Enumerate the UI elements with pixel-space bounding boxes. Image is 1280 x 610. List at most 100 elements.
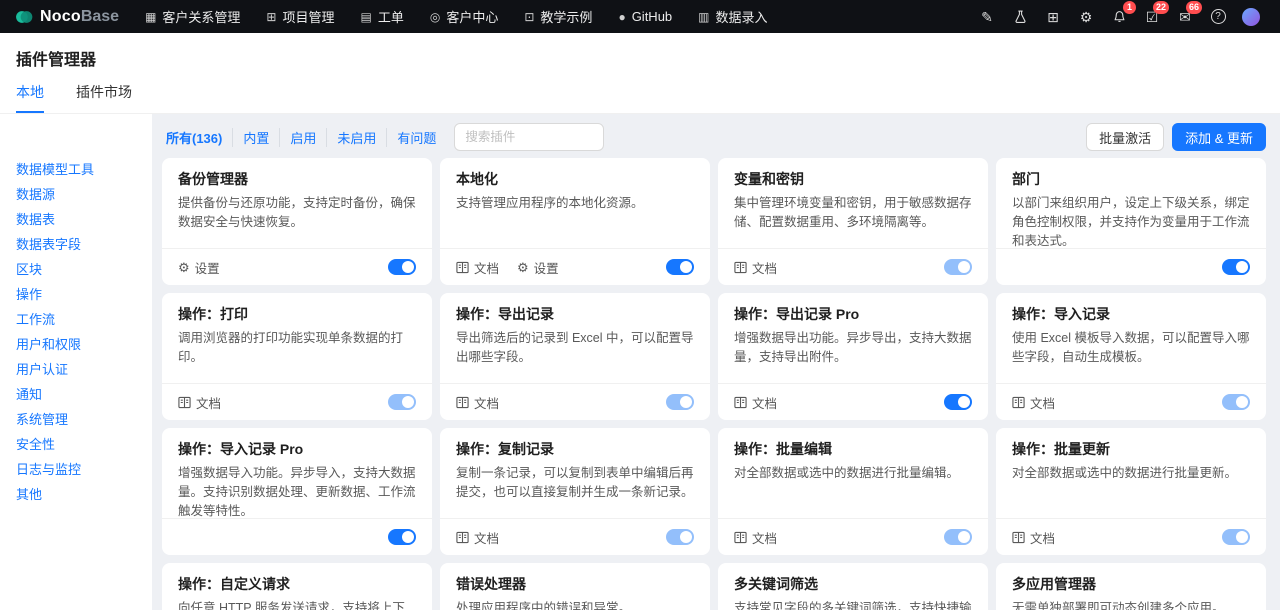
plugin-docs-link[interactable]: 文档 [734, 258, 777, 277]
help-icon[interactable]: ? [1203, 5, 1233, 29]
plugin-card-footer: 文档 [440, 383, 710, 420]
plugin-title: 多应用管理器 [1012, 576, 1096, 592]
sidebar-item-2[interactable]: 数据源 [0, 181, 152, 206]
sidebar-item-5[interactable]: 区块 [0, 256, 152, 281]
filter-enabled[interactable]: 启用 [279, 127, 326, 147]
plugin-docs-link[interactable]: 文档 [178, 393, 221, 412]
plugin-docs-link[interactable]: 文档 [734, 393, 777, 412]
sidebar-item-7[interactable]: 工作流 [0, 306, 152, 331]
doc-icon [1012, 396, 1025, 409]
plugin-enabled-toggle[interactable] [666, 394, 694, 410]
doc-icon [456, 531, 469, 544]
plugin-enabled-toggle[interactable] [666, 529, 694, 545]
add-update-button[interactable]: 添加 & 更新 [1172, 123, 1266, 151]
settings-gear-icon[interactable]: ⚙ [1071, 5, 1101, 29]
sidebar-item-13[interactable]: 日志与监控 [0, 456, 152, 481]
plugin-card: 操作：批量编辑 对全部数据或选中的数据进行批量编辑。 文档 [718, 428, 988, 555]
plugin-card-footer: 文档 [440, 518, 710, 555]
main-nav: ▦ 客户关系管理 ⊞ 项目管理 ▤ 工单 ◎ 客户中心 ⊡ 教学示例 ● GitHub ▥ 数据录入 [145, 7, 767, 26]
main-content: 所有(136) 内置 启用 未启用 有问题 批量激活 添加 & 更新 备份管理器… [152, 114, 1280, 610]
plugin-card-footer [162, 518, 432, 555]
plugin-docs-link[interactable]: 文档 [734, 528, 777, 547]
crm-icon: ▦ [145, 9, 157, 24]
bulk-activate-button[interactable]: 批量激活 [1086, 123, 1165, 151]
sidebar-item-10[interactable]: 通知 [0, 381, 152, 406]
sidebar-item-6[interactable]: 操作 [0, 281, 152, 306]
todo-badge: 22 [1152, 0, 1169, 14]
sidebar-item-8[interactable]: 用户和权限 [0, 331, 152, 356]
plugin-description: 向任意 HTTP 服务发送请求，支持将上下文数据发送给目标服务。 [178, 601, 405, 610]
body-row: 数据模型工具 数据源 数据表 数据表字段 区块 操作 工作流 用户和权限 用户认证 通知 系统管理安… [0, 114, 1280, 610]
sidebar-item-3[interactable]: 数据表 [0, 206, 152, 231]
plugin-settings-link[interactable]: ⚙ 设置 [178, 258, 220, 277]
notification-bell-icon[interactable]: 1 [1104, 0, 1136, 29]
nav-item-6[interactable]: ● GitHub [618, 9, 672, 24]
nav-item-label: 数据录入 [715, 10, 768, 25]
plugin-description: 增强数据导出功能。异步导出，支持大数据量，支持导出附件。 [734, 331, 972, 364]
plugin-description: 处理应用程序中的错误和异常。 [456, 601, 632, 610]
filter-problems[interactable]: 有问题 [386, 127, 446, 147]
plugin-enabled-toggle[interactable] [1222, 529, 1250, 545]
plugin-enabled-toggle[interactable] [944, 529, 972, 545]
sidebar-item-11[interactable]: 系统管理 [0, 406, 152, 431]
plugin-description: 支持常见字段的多关键词筛选，支持快捷输入或从 Excel 批量导入关键词。 [734, 601, 972, 610]
nav-item-label: 客户中心 [446, 10, 499, 25]
sidebar-item-9[interactable]: 用户认证 [0, 356, 152, 381]
plugin-enabled-toggle[interactable] [666, 259, 694, 275]
ui-editor-pen-icon[interactable]: ✎ [972, 5, 1002, 29]
nav-item-1[interactable]: ▦ 客户关系管理 [145, 7, 240, 26]
nav-item-4[interactable]: ◎ 客户中心 [430, 7, 499, 26]
plugin-link-label: 文档 [752, 396, 778, 411]
plugin-docs-link[interactable]: 文档 [456, 528, 499, 547]
plugin-description: 支持管理应用程序的本地化资源。 [456, 196, 644, 210]
nav-item-label: 客户关系管理 [162, 10, 241, 25]
plugin-description: 集中管理环境变量和密钥，用于敏感数据存储、配置数据重用、多环境隔离等。 [734, 196, 972, 229]
plugin-docs-link[interactable]: 文档 [456, 258, 499, 277]
plugin-card: 备份管理器 提供备份与还原功能，支持定时备份，确保数据安全与快速恢复。 ⚙ 设置 [162, 158, 432, 285]
sidebar-item-12[interactable]: 安全性 [0, 431, 152, 456]
teaching-demo-icon: ⊡ [524, 9, 535, 24]
nav-item-7[interactable]: ▥ 数据录入 [698, 7, 767, 26]
plugin-card: 操作：自定义请求向任意 HTTP 服务发送请求，支持将上下文数据发送给目标服务。… [162, 563, 432, 610]
nav-item-3[interactable]: ▤ 工单 [361, 7, 404, 26]
plugin-link-label: 文档 [474, 531, 500, 546]
plugin-enabled-toggle[interactable] [388, 259, 416, 275]
nav-item-2[interactable]: ⊞ 项目管理 [266, 7, 334, 26]
plugin-card: 多应用管理器无需单独部署即可动态创建多个应用。文档 [996, 563, 1266, 610]
plugin-settings-link[interactable]: ⚙ 设置 [517, 258, 559, 277]
plugin-card-footer: 文档 ⚙ 设置 [440, 248, 710, 285]
plugin-description: 使用 Excel 模板导入数据，可以配置导入哪些字段，自动生成模板。 [1012, 331, 1250, 364]
plugin-docs-link[interactable]: 文档 [456, 393, 499, 412]
doc-icon [456, 396, 469, 409]
plugin-enabled-toggle[interactable] [388, 394, 416, 410]
sidebar-item-4[interactable]: 数据表字段 [0, 231, 152, 256]
todo-check-icon[interactable]: ☑ 22 [1137, 0, 1169, 29]
plugin-enabled-toggle[interactable] [1222, 259, 1250, 275]
plugin-enabled-toggle[interactable] [388, 529, 416, 545]
sidebar-item-14[interactable]: 其他 [0, 481, 152, 506]
plugin-card: 操作：导入记录 Pro 增强数据导入功能。异步导入，支持大数据量。支持识别数据处理… [162, 428, 432, 555]
api-flask-icon[interactable] [1005, 5, 1035, 29]
plugin-grid-icon[interactable]: ⊞ [1038, 5, 1068, 29]
sidebar-item-1[interactable]: 数据模型工具 [0, 156, 152, 181]
plugin-card: 操作：导入记录 使用 Excel 模板导入数据，可以配置导入哪些字段，自动生成模板… [996, 293, 1266, 420]
logo[interactable]: Noco Base [14, 7, 119, 27]
nav-item-label: 教学示例 [540, 10, 593, 25]
plugin-description: 以部门来组织用户，设定上下级关系，绑定角色控制权限，并支持作为变量用于工作流和表… [1012, 196, 1250, 248]
plugin-enabled-toggle[interactable] [944, 394, 972, 410]
plugin-link-label: 设置 [533, 261, 559, 276]
plugin-docs-link[interactable]: 文档 [1012, 528, 1055, 547]
filter-all[interactable]: 所有(136) [162, 128, 232, 147]
filter-disabled[interactable]: 未启用 [326, 127, 386, 147]
plugin-search-input[interactable] [454, 123, 605, 151]
plugin-docs-link[interactable]: 文档 [1012, 393, 1055, 412]
filter-builtin[interactable]: 内置 [232, 127, 279, 147]
nav-item-5[interactable]: ⊡ 教学示例 [524, 7, 592, 26]
tab-local[interactable]: 本地 [16, 82, 44, 113]
tab-marketplace[interactable]: 插件市场 [76, 82, 132, 113]
plugin-enabled-toggle[interactable] [1222, 394, 1250, 410]
plugin-link-label: 文档 [752, 531, 778, 546]
message-mail-icon[interactable]: ✉ 66 [1170, 0, 1202, 29]
user-avatar[interactable] [1236, 5, 1266, 29]
plugin-enabled-toggle[interactable] [944, 259, 972, 275]
